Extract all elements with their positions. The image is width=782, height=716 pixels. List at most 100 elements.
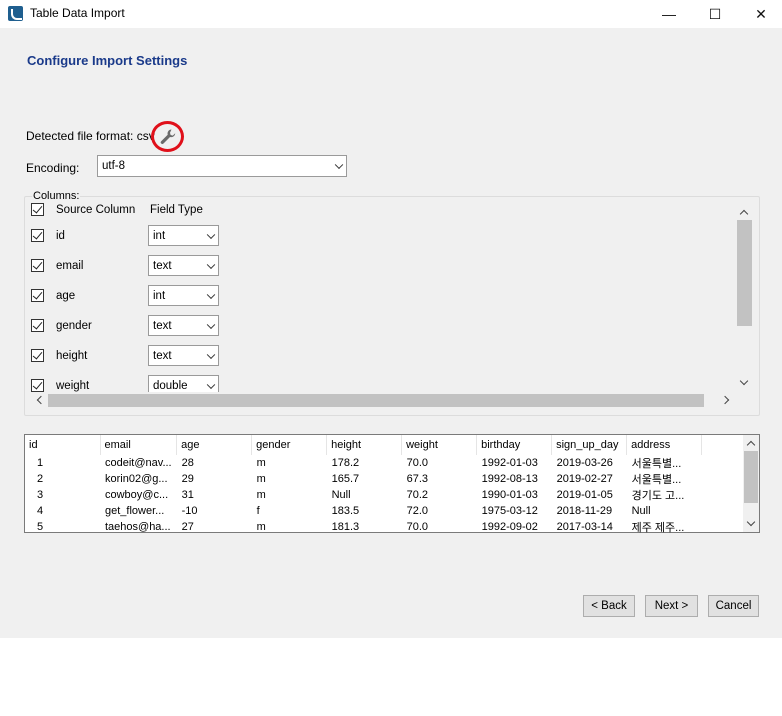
column-checkbox-age[interactable] xyxy=(31,289,44,302)
table-cell: 2019-02-27 xyxy=(556,473,613,485)
table-cell: 2018-11-29 xyxy=(556,505,613,517)
scroll-down-icon[interactable] xyxy=(739,376,749,386)
field-type-value: int xyxy=(153,289,166,302)
column-header[interactable]: birthday xyxy=(476,435,553,455)
table-cell: 72.0 xyxy=(406,505,429,517)
table-cell: 67.3 xyxy=(406,473,429,485)
table-cell: 경기도 고... xyxy=(631,490,685,502)
column-checkbox-email[interactable] xyxy=(31,259,44,272)
column-checkbox-gender[interactable] xyxy=(31,319,44,332)
field-type-value: text xyxy=(153,319,172,332)
column-name: height xyxy=(56,350,88,362)
select-all-checkbox[interactable] xyxy=(31,203,44,216)
table-cell: 2017-03-14 xyxy=(556,521,613,533)
column-header[interactable]: gender xyxy=(251,435,328,455)
preview-header-row: id email age gender height weight birthd… xyxy=(25,435,703,455)
scroll-thumb[interactable] xyxy=(48,394,704,407)
table-cell: 2019-03-26 xyxy=(556,457,613,469)
table-row[interactable]: 3 cowboy@c... 31 m Null 70.2 1990-01-03 … xyxy=(25,487,702,503)
table-cell: 165.7 xyxy=(331,473,360,485)
table-cell: Null xyxy=(631,505,651,517)
field-type-select[interactable]: text xyxy=(148,315,219,336)
workbench-app-icon xyxy=(8,6,23,21)
table-cell: 2 xyxy=(37,473,44,485)
table-cell: Null xyxy=(331,489,351,501)
scroll-up-icon[interactable] xyxy=(746,440,756,450)
table-cell: cowboy@c... xyxy=(105,489,169,501)
table-cell: m xyxy=(256,489,266,501)
field-type-value: text xyxy=(153,259,172,272)
columns-group-label: Columns: xyxy=(32,190,81,202)
column-header[interactable]: address xyxy=(626,435,703,455)
table-cell: 1 xyxy=(37,457,44,469)
column-name: id xyxy=(56,230,65,242)
table-cell: 2019-01-05 xyxy=(556,489,613,501)
table-cell: 4 xyxy=(37,505,44,517)
data-preview-table[interactable]: id email age gender height weight birthd… xyxy=(24,434,760,535)
next-button[interactable]: Next > xyxy=(645,595,698,617)
chevron-down-icon xyxy=(334,160,344,170)
table-cell: 1992-09-02 xyxy=(481,521,538,533)
dialog-body: Configure Import Settings Detected file … xyxy=(0,28,782,638)
column-header[interactable]: email xyxy=(100,435,178,455)
table-cell: 178.2 xyxy=(331,457,360,469)
maximize-button[interactable]: ☐ xyxy=(692,0,738,28)
table-row[interactable]: 2 korin02@g... 29 m 165.7 67.3 1992-08-1… xyxy=(25,471,702,487)
table-cell: taehos@ha... xyxy=(105,521,171,533)
column-name: age xyxy=(56,290,76,302)
minimize-button[interactable]: — xyxy=(646,0,692,28)
table-cell: 31 xyxy=(181,489,194,501)
column-header[interactable]: weight xyxy=(401,435,478,455)
chevron-down-icon xyxy=(206,320,216,329)
table-cell: f xyxy=(256,505,260,517)
table-cell: 서울특별... xyxy=(631,474,682,486)
detected-format-label: Detected file format: csv xyxy=(26,129,155,143)
field-type-value: double xyxy=(153,379,188,392)
table-cell: 70.0 xyxy=(406,457,429,469)
field-type-value: int xyxy=(153,229,166,242)
table-cell: 29 xyxy=(181,473,194,485)
columns-vertical-scrollbar[interactable] xyxy=(736,204,753,392)
column-checkbox-weight[interactable] xyxy=(31,379,44,392)
scroll-thumb[interactable] xyxy=(737,220,752,326)
page-title: Configure Import Settings xyxy=(27,53,188,68)
field-type-select[interactable]: int xyxy=(148,285,219,306)
scroll-up-icon[interactable] xyxy=(739,209,749,219)
preview-vertical-scrollbar[interactable] xyxy=(743,435,759,532)
chevron-down-icon xyxy=(206,380,216,389)
scroll-down-icon[interactable] xyxy=(746,517,756,527)
table-cell: 제주 제주... xyxy=(631,522,685,534)
column-header[interactable]: sign_up_day xyxy=(551,435,628,455)
cancel-button[interactable]: Cancel xyxy=(708,595,759,617)
column-header[interactable]: id xyxy=(25,435,101,455)
table-cell: 3 xyxy=(37,489,44,501)
scroll-left-icon[interactable] xyxy=(36,395,46,405)
title-bar: Table Data Import — ☐ ✕ xyxy=(0,0,782,28)
column-header[interactable]: age xyxy=(176,435,253,455)
encoding-label: Encoding: xyxy=(26,161,80,175)
table-row[interactable]: 1 codeit@nav... 28 m 178.2 70.0 1992-01-… xyxy=(25,455,702,471)
columns-horizontal-scrollbar[interactable] xyxy=(29,392,737,409)
column-checkbox-id[interactable] xyxy=(31,229,44,242)
table-cell: 5 xyxy=(37,521,44,533)
format-settings-button[interactable] xyxy=(151,121,184,152)
field-type-select[interactable]: int xyxy=(148,225,219,246)
table-cell: m xyxy=(256,521,266,533)
column-header[interactable]: height xyxy=(326,435,403,455)
back-button[interactable]: < Back xyxy=(583,595,635,617)
table-row[interactable]: 5 taehos@ha... 27 m 181.3 70.0 1992-09-0… xyxy=(25,519,702,535)
field-type-select[interactable]: text xyxy=(148,255,219,276)
source-column-header: Source Column xyxy=(56,204,136,216)
table-cell: 28 xyxy=(181,457,194,469)
field-type-select[interactable]: text xyxy=(148,345,219,366)
table-row[interactable]: 4 get_flower... -10 f 183.5 72.0 1975-03… xyxy=(25,503,702,519)
table-cell: korin02@g... xyxy=(105,473,168,485)
columns-group xyxy=(24,196,760,416)
encoding-select[interactable]: utf-8 xyxy=(97,155,347,177)
column-checkbox-height[interactable] xyxy=(31,349,44,362)
scroll-thumb[interactable] xyxy=(744,451,758,503)
scroll-right-icon[interactable] xyxy=(720,395,730,405)
close-button[interactable]: ✕ xyxy=(738,0,782,28)
window-title: Table Data Import xyxy=(30,6,125,20)
column-name: gender xyxy=(56,320,92,332)
